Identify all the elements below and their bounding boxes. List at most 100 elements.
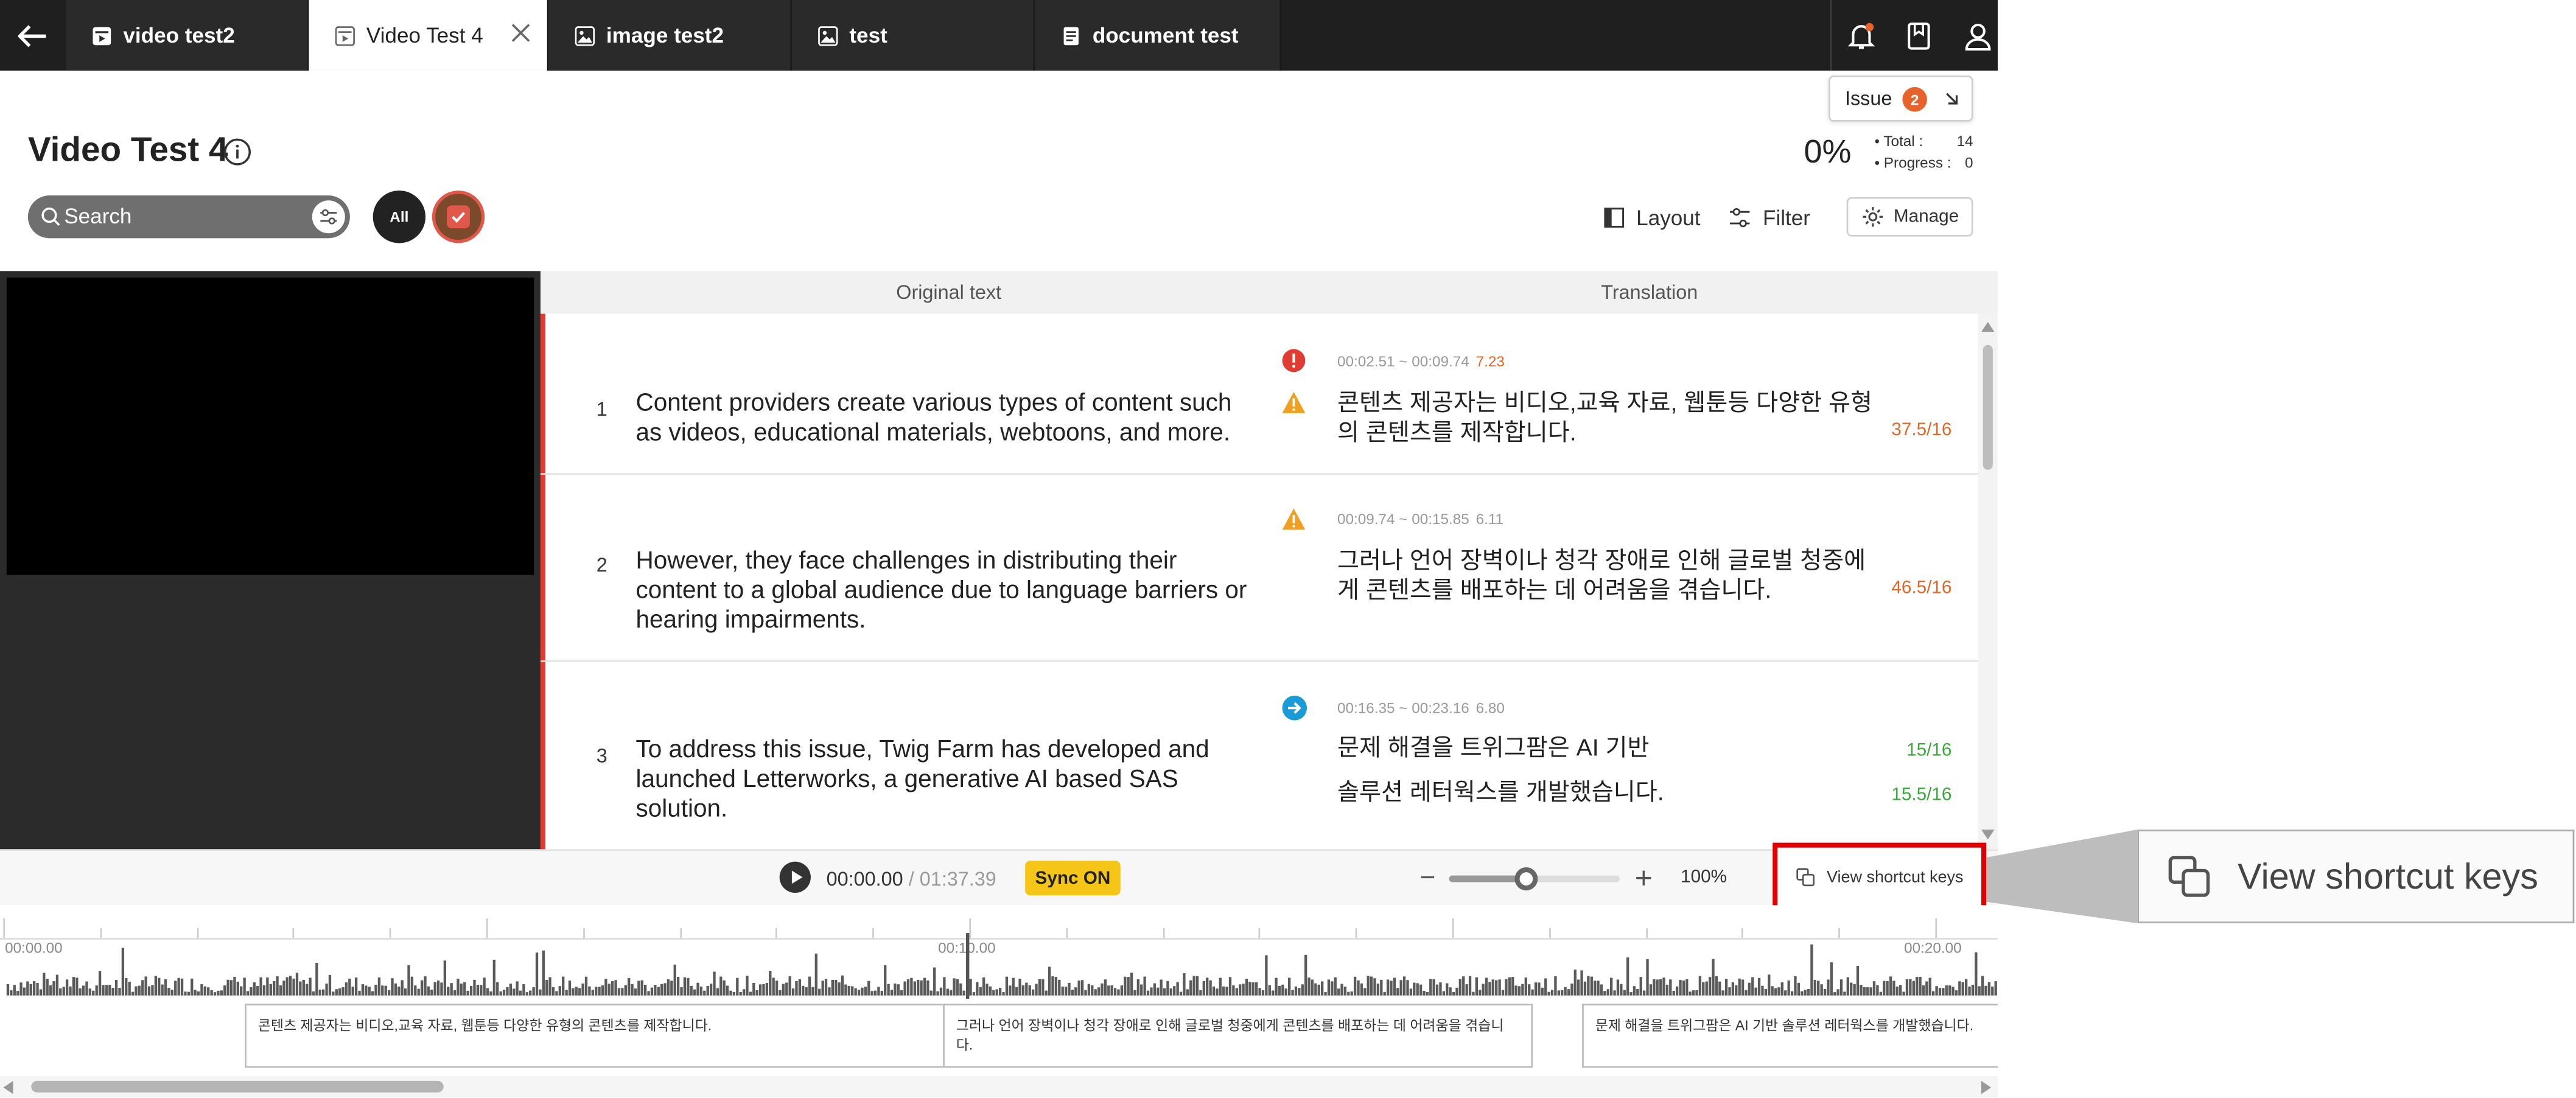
zoom-slider-thumb[interactable] (1514, 867, 1538, 890)
notification-button[interactable] (1830, 0, 1891, 71)
original-text[interactable]: Content providers create various types o… (636, 390, 1261, 449)
tab-video-test-4[interactable]: Video Test 4 (309, 0, 549, 71)
view-shortcut-keys-button[interactable]: View shortcut keys (1773, 842, 1987, 912)
translation-line[interactable]: 문제 해결을 트위그팜은 AI 기반 (1337, 734, 1880, 764)
waveform-bar (1288, 977, 1291, 996)
waveform-bar (499, 991, 502, 996)
horizontal-scrollbar-thumb[interactable] (31, 1080, 444, 1093)
search-options-button[interactable] (312, 200, 345, 234)
waveform-bar (1741, 979, 1745, 996)
user-avatar-filter[interactable] (432, 191, 485, 243)
translation-text[interactable]: 그러나 언어 장벽이나 청각 장애로 인해 글로벌 청중에게 콘텐츠를 배포하는… (1337, 547, 1880, 606)
filter-button[interactable]: Filter (1728, 197, 1810, 237)
waveform-bar (1649, 984, 1653, 996)
waveform-bar (1653, 979, 1656, 996)
timeline-ruler[interactable] (0, 905, 1998, 940)
layout-button[interactable]: Layout (1603, 197, 1701, 237)
ruler-tick (1741, 928, 1744, 939)
waveform-bar (246, 991, 250, 996)
error-icon[interactable] (1281, 348, 1306, 372)
scroll-right-icon[interactable] (1981, 1080, 1992, 1094)
play-icon[interactable] (779, 861, 811, 893)
scrollbar-thumb[interactable] (1983, 344, 1993, 470)
arrow-right-circle-icon[interactable] (1281, 695, 1307, 721)
waveform-bar (1550, 990, 1554, 996)
back-button[interactable] (0, 0, 66, 71)
search-box[interactable]: Search (27, 195, 350, 239)
waveform-bar (1606, 989, 1609, 996)
profile-button[interactable] (1948, 0, 2007, 71)
waveform-bar (16, 991, 19, 996)
waveform-bar (982, 977, 985, 996)
scroll-left-icon[interactable] (3, 1080, 13, 1094)
segment-row[interactable]: 3 To address this issue, Twig Farm has d… (540, 662, 1978, 850)
video-player[interactable] (6, 278, 534, 575)
waveform-bar (946, 988, 949, 996)
tab-document-test[interactable]: document test (1035, 0, 1282, 71)
subtitle-block[interactable]: 그러나 언어 장벽이나 청각 장애로 인해 글로벌 청중에게 콘텐츠를 배포하는… (943, 1004, 1533, 1068)
playhead[interactable] (966, 933, 970, 999)
waveform-bar (802, 985, 805, 996)
waveform-bar (640, 980, 643, 996)
waveform-bar (365, 985, 368, 996)
waveform-bar (203, 986, 206, 996)
sync-toggle[interactable]: Sync ON (1025, 861, 1121, 895)
waveform-bar (1206, 977, 1209, 996)
vertical-scrollbar[interactable] (1978, 313, 1998, 850)
waveform-bar (1124, 976, 1127, 996)
waveform-bar (1662, 977, 1665, 996)
segment-row[interactable]: 2 However, they face challenges in distr… (540, 475, 1978, 662)
waveform-bar (1810, 944, 1813, 996)
waveform-bar (1146, 990, 1150, 996)
translation-line[interactable]: 솔루션 레터웍스를 개발했습니다. (1337, 778, 1880, 808)
info-icon[interactable] (223, 138, 251, 166)
waveform-bar (489, 991, 492, 996)
waveform-bar (223, 985, 226, 996)
warning-icon[interactable] (1281, 508, 1306, 531)
waveform-bar (187, 991, 191, 996)
waveform-bar (1228, 977, 1232, 996)
segment-row[interactable]: 1 Content providers create various types… (540, 313, 1978, 475)
waveform-bar (72, 977, 75, 996)
issue-button[interactable]: Issue 2 (1828, 75, 1973, 122)
waveform-bar (105, 985, 108, 996)
waveform-bar (1058, 979, 1061, 996)
original-text[interactable]: However, they face challenges in distrib… (636, 547, 1261, 636)
zoom-slider[interactable] (1449, 867, 1620, 890)
close-icon[interactable] (511, 23, 530, 43)
zoom-out-icon[interactable] (1419, 869, 1436, 886)
bookmark-button[interactable] (1889, 0, 1948, 71)
manage-button[interactable]: Manage (1846, 197, 1973, 237)
waveform-bar (962, 990, 965, 996)
tab-test[interactable]: test (791, 0, 1035, 71)
translation-text[interactable]: 콘텐츠 제공자는 비디오,교육 자료, 웹툰등 다양한 유형의 콘텐츠를 제작합… (1337, 390, 1880, 449)
tab-image-test2[interactable]: image test2 (548, 0, 792, 71)
audio-waveform[interactable] (0, 940, 1998, 999)
horizontal-scrollbar[interactable] (0, 1075, 1998, 1097)
waveform-bar (818, 988, 821, 996)
zoom-in-icon[interactable] (1634, 869, 1653, 887)
ruler-tick (1645, 928, 1647, 939)
waveform-bar (29, 984, 32, 996)
scroll-up-icon[interactable] (1981, 322, 1995, 332)
waveform-bar (894, 983, 897, 996)
waveform-bar (1380, 979, 1383, 996)
waveform-bar (1219, 977, 1222, 996)
waveform-bar (956, 979, 959, 996)
waveform-bar (1386, 979, 1390, 996)
waveform-bar (607, 984, 611, 996)
original-text[interactable]: To address this issue, Twig Farm has dev… (636, 736, 1261, 825)
table-header: Original text Translation (540, 271, 1998, 314)
tab-video-test2[interactable]: video test2 (65, 0, 309, 71)
subtitle-block[interactable]: 콘텐츠 제공자는 비디오,교육 자료, 웹툰등 다양한 유형의 콘텐츠를 제작합… (245, 1004, 945, 1068)
waveform-bar (887, 984, 890, 996)
search-input[interactable]: Search (64, 195, 131, 238)
subtitle-block[interactable]: 문제 해결을 트위그팜은 AI 기반 솔루션 레터웍스를 개발했습니다. (1582, 1004, 1998, 1068)
waveform-bar (102, 985, 105, 996)
waveform-bar (1449, 987, 1452, 996)
waveform-bar (1978, 986, 1981, 996)
warning-icon[interactable] (1281, 391, 1306, 414)
filter-all-chip[interactable]: All (373, 191, 426, 243)
sliders-icon (320, 209, 337, 225)
waveform-bar (262, 985, 266, 996)
